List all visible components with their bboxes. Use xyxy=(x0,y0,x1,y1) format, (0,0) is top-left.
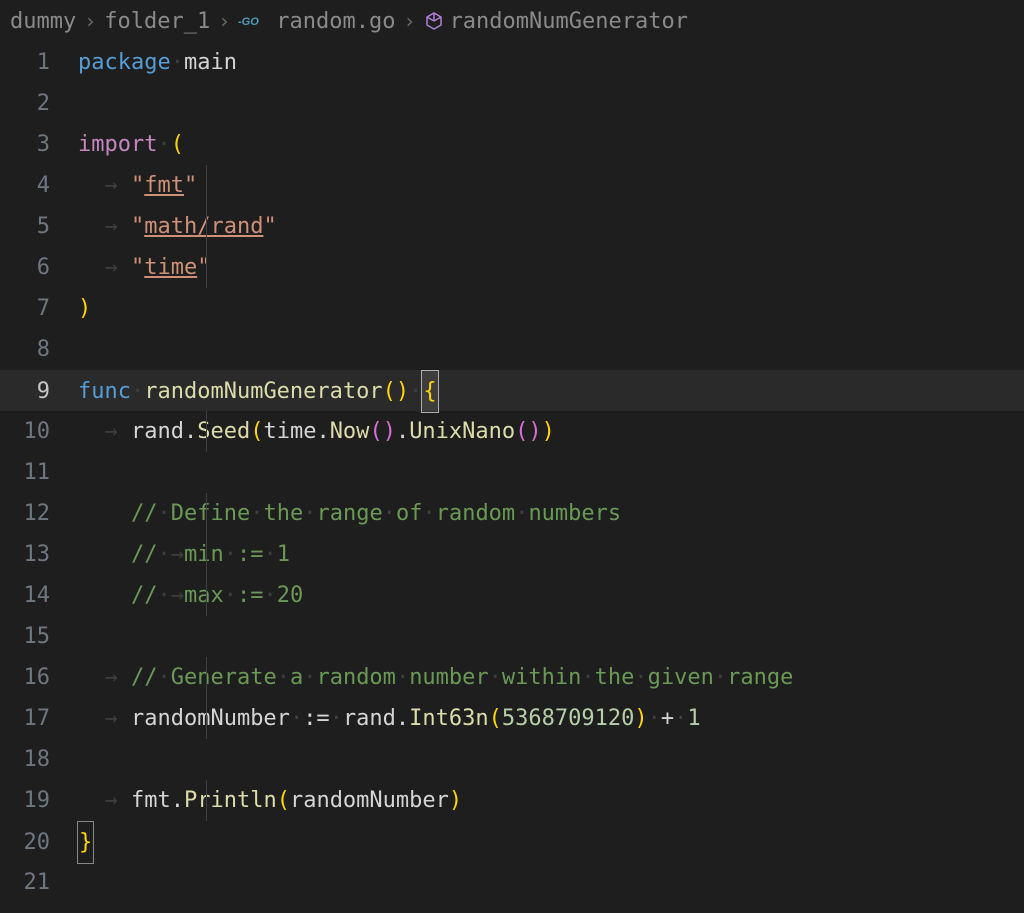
code-content: //·→max·:=·20 xyxy=(78,575,1024,616)
code-content: //·Define·the·range·of·random·numbers xyxy=(78,493,1024,534)
code-line[interactable]: 19 → fmt.Println(randomNumber) xyxy=(0,780,1024,821)
code-line[interactable]: 17 → randomNumber·:=·rand.Int63n(5368709… xyxy=(0,698,1024,739)
breadcrumb-label: random.go xyxy=(276,9,395,34)
line-number: 19 xyxy=(0,780,78,821)
line-number: 8 xyxy=(0,329,78,370)
code-line[interactable]: 16 → //·Generate·a·random·number·within·… xyxy=(0,657,1024,698)
code-content: //·→min·:=·1 xyxy=(78,534,1024,575)
line-number: 3 xyxy=(0,124,78,165)
code-content: } xyxy=(78,821,1024,864)
breadcrumb: dummy › folder_1 › -GO random.go › rando… xyxy=(0,0,1024,42)
breadcrumb-item-file[interactable]: -GO random.go xyxy=(238,9,395,34)
breadcrumb-item-symbol[interactable]: randomNumGenerator xyxy=(424,9,688,34)
code-line[interactable]: 4 → "fmt" xyxy=(0,165,1024,206)
breadcrumb-label: dummy xyxy=(10,9,76,34)
code-line[interactable]: 21 xyxy=(0,862,1024,903)
cursor: { xyxy=(421,370,438,413)
breadcrumb-label: randomNumGenerator xyxy=(450,9,688,34)
breadcrumb-item-root[interactable]: dummy xyxy=(10,9,76,34)
line-number: 15 xyxy=(0,616,78,657)
line-number: 13 xyxy=(0,534,78,575)
code-content: → fmt.Println(randomNumber) xyxy=(78,780,1024,821)
code-line[interactable]: 13 //·→min·:=·1 xyxy=(0,534,1024,575)
code-line[interactable]: 14 //·→max·:=·20 xyxy=(0,575,1024,616)
chevron-right-icon: › xyxy=(84,9,96,33)
line-number: 2 xyxy=(0,83,78,124)
code-line[interactable]: 5 → "math/rand" xyxy=(0,206,1024,247)
code-content: → "math/rand" xyxy=(78,206,1024,247)
code-content: → "time" xyxy=(78,247,1024,288)
chevron-right-icon: › xyxy=(404,9,416,33)
go-file-icon: -GO xyxy=(238,14,270,28)
line-number: 18 xyxy=(0,739,78,780)
symbol-method-icon xyxy=(424,11,444,31)
code-content: ) xyxy=(78,288,1024,329)
code-content: → rand.Seed(time.Now().UnixNano()) xyxy=(78,411,1024,452)
svg-text:-GO: -GO xyxy=(238,16,259,28)
line-number: 9 xyxy=(0,371,78,412)
code-line[interactable]: 20 } xyxy=(0,821,1024,862)
line-number: 10 xyxy=(0,411,78,452)
code-line[interactable]: 1 package·main xyxy=(0,42,1024,83)
code-editor[interactable]: 1 package·main 2 3 import·( 4 → "fmt" 5 … xyxy=(0,42,1024,903)
code-line[interactable]: 2 xyxy=(0,83,1024,124)
code-content: package·main xyxy=(78,42,1024,83)
breadcrumb-label: folder_1 xyxy=(104,9,210,34)
line-number: 5 xyxy=(0,206,78,247)
line-number: 21 xyxy=(0,862,78,903)
code-line[interactable]: 7 ) xyxy=(0,288,1024,329)
code-content: import·( xyxy=(78,124,1024,165)
code-content: → randomNumber·:=·rand.Int63n(5368709120… xyxy=(78,698,1024,739)
line-number: 4 xyxy=(0,165,78,206)
line-number: 12 xyxy=(0,493,78,534)
line-number: 1 xyxy=(0,42,78,83)
matching-brace: } xyxy=(77,821,94,864)
line-number: 17 xyxy=(0,698,78,739)
code-line[interactable]: 3 import·( xyxy=(0,124,1024,165)
code-line-current[interactable]: 9 func·randomNumGenerator()·{ xyxy=(0,370,1024,411)
line-number: 14 xyxy=(0,575,78,616)
code-content: func·randomNumGenerator()·{ xyxy=(78,370,1024,413)
code-line[interactable]: 10 → rand.Seed(time.Now().UnixNano()) xyxy=(0,411,1024,452)
code-line[interactable]: 18 xyxy=(0,739,1024,780)
code-line[interactable]: 15 xyxy=(0,616,1024,657)
code-line[interactable]: 12 //·Define·the·range·of·random·numbers xyxy=(0,493,1024,534)
code-line[interactable]: 11 xyxy=(0,452,1024,493)
line-number: 20 xyxy=(0,822,78,863)
breadcrumb-item-folder[interactable]: folder_1 xyxy=(104,9,210,34)
code-content: → "fmt" xyxy=(78,165,1024,206)
line-number: 16 xyxy=(0,657,78,698)
line-number: 6 xyxy=(0,247,78,288)
line-number: 7 xyxy=(0,288,78,329)
code-content: → //·Generate·a·random·number·within·the… xyxy=(78,657,1024,698)
line-number: 11 xyxy=(0,452,78,493)
chevron-right-icon: › xyxy=(218,9,230,33)
code-line[interactable]: 8 xyxy=(0,329,1024,370)
code-line[interactable]: 6 → "time" xyxy=(0,247,1024,288)
